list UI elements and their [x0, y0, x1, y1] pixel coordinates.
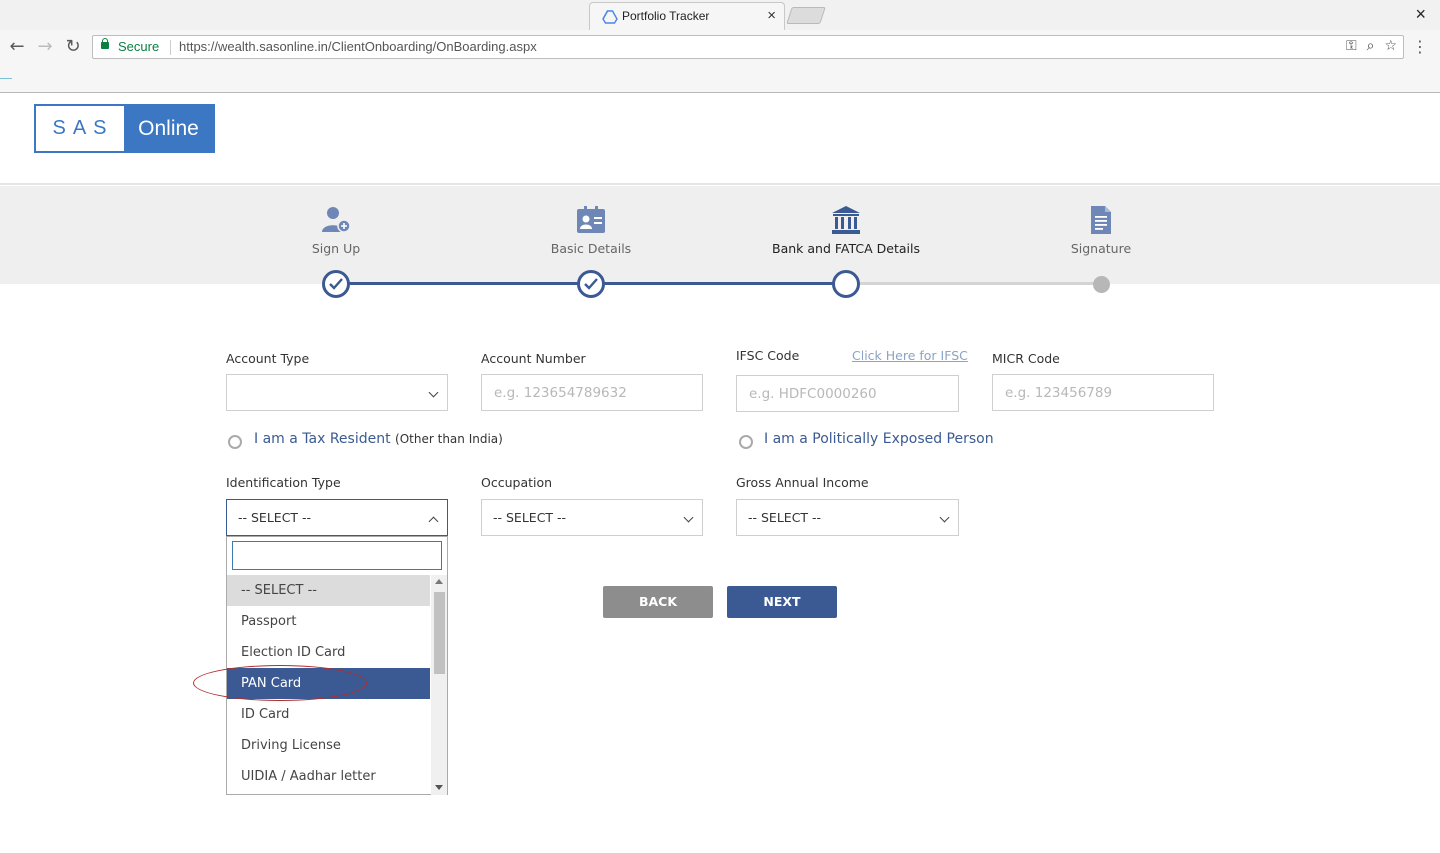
progress-stepper — [0, 186, 1440, 284]
check-icon — [584, 278, 598, 290]
chevron-down-icon — [683, 512, 694, 523]
option-driving-license[interactable]: Driving License — [227, 730, 430, 761]
micr-input[interactable] — [993, 375, 1213, 410]
step-label: Bank and FATCA Details — [772, 241, 920, 256]
account-type-select[interactable] — [226, 374, 448, 411]
step-node-current — [832, 270, 860, 298]
address-bar[interactable]: Secure https://wealth.sasonline.in/Clien… — [92, 35, 1404, 59]
ifsc-label: IFSC Code — [736, 348, 800, 363]
zoom-icon[interactable]: ⌕ — [1367, 38, 1375, 54]
dropdown-search-input[interactable] — [233, 542, 441, 569]
option-election-id-card[interactable]: Election ID Card — [227, 637, 430, 668]
sas-online-logo[interactable]: SAS Online — [34, 104, 215, 153]
ifsc-field — [736, 375, 959, 412]
tax-resident-option[interactable]: I am a Tax Resident (Other than India) — [254, 431, 503, 447]
dropdown-scrollbar[interactable] — [431, 575, 447, 795]
dropdown-options: -- SELECT -- Passport Election ID Card P… — [227, 575, 430, 792]
income-select[interactable]: -- SELECT -- — [736, 499, 959, 536]
user-add-icon — [322, 207, 351, 233]
logo-text-sas: SAS — [36, 106, 124, 151]
new-tab-button[interactable] — [786, 7, 826, 24]
step-node-done — [577, 270, 605, 298]
tax-resident-label: I am a Tax Resident — [254, 431, 391, 447]
key-icon[interactable]: ⚿ — [1346, 38, 1357, 54]
account-number-field — [481, 374, 703, 411]
step-label: Basic Details — [550, 241, 632, 256]
tax-resident-radio[interactable] — [228, 435, 242, 449]
tax-resident-note: (Other than India) — [395, 432, 503, 446]
step-node-pending — [1093, 276, 1110, 293]
pep-radio[interactable] — [739, 435, 753, 449]
browser-tab[interactable]: Portfolio Tracker × — [589, 2, 785, 30]
next-button[interactable]: NEXT — [727, 586, 837, 618]
bookmark-bar — [0, 64, 1440, 93]
document-icon — [1091, 206, 1111, 234]
address-bar-actions: ⚿ ⌕ ☆ — [1336, 38, 1397, 54]
drive-icon — [602, 10, 618, 24]
occupation-label: Occupation — [481, 475, 553, 490]
forward-arrow-icon[interactable]: → — [34, 36, 56, 58]
ifsc-help-link[interactable]: Click Here for IFSC — [852, 348, 968, 363]
step-label: Sign Up — [311, 241, 361, 256]
micr-label: MICR Code — [992, 351, 1060, 366]
lock-icon — [101, 38, 109, 49]
micr-field — [992, 374, 1214, 411]
step-bank-fatca: Bank and FATCA Details — [746, 205, 946, 256]
check-icon — [329, 278, 343, 290]
chevron-down-icon — [939, 512, 950, 523]
browser-tab-bar: Portfolio Tracker × × — [0, 0, 1440, 30]
browser-toolbar: ← → ↻ Secure https://wealth.sasonline.in… — [0, 30, 1440, 64]
option-pan-card[interactable]: PAN Card — [227, 668, 430, 699]
occupation-select[interactable]: -- SELECT -- — [481, 499, 703, 536]
occupation-value: -- SELECT -- — [493, 510, 567, 525]
step-basic-details: Basic Details — [491, 205, 691, 256]
dropdown-search-field — [232, 541, 442, 570]
pep-label[interactable]: I am a Politically Exposed Person — [764, 431, 994, 447]
account-number-input[interactable] — [482, 375, 702, 410]
income-value: -- SELECT -- — [748, 510, 822, 525]
identification-type-value: -- SELECT -- — [238, 510, 312, 525]
chevron-up-icon — [428, 516, 439, 527]
identification-type-select[interactable]: -- SELECT -- — [226, 499, 448, 536]
option-aadhar-letter[interactable]: UIDIA / Aadhar letter — [227, 761, 430, 792]
star-icon[interactable]: ☆ — [1384, 38, 1397, 54]
account-number-label: Account Number — [481, 351, 586, 366]
divider — [0, 78, 12, 79]
back-arrow-icon[interactable]: ← — [6, 36, 28, 58]
divider — [170, 40, 171, 55]
chevron-down-icon — [428, 387, 439, 398]
identification-type-label: Identification Type — [226, 475, 341, 490]
step-node-done — [322, 270, 350, 298]
option-id-card[interactable]: ID Card — [227, 699, 430, 730]
option-passport[interactable]: Passport — [227, 606, 430, 637]
income-label: Gross Annual Income — [736, 475, 869, 490]
id-card-icon — [577, 206, 605, 233]
scroll-up-icon[interactable] — [435, 579, 443, 584]
tab-title: Portfolio Tracker — [622, 9, 710, 23]
url-text[interactable]: https://wealth.sasonline.in/ClientOnboar… — [179, 39, 537, 54]
secure-label: Secure — [118, 39, 160, 54]
option-select[interactable]: -- SELECT -- — [227, 575, 430, 606]
scroll-thumb[interactable] — [434, 592, 445, 674]
reload-icon[interactable]: ↻ — [62, 36, 84, 58]
back-button[interactable]: BACK — [603, 586, 713, 618]
tab-close-icon[interactable]: × — [767, 7, 776, 24]
identification-type-dropdown: -- SELECT -- Passport Election ID Card P… — [226, 536, 448, 795]
step-label: Signature — [1070, 241, 1132, 256]
progress-line-remaining — [846, 282, 1102, 285]
step-signature: Signature — [1001, 205, 1201, 256]
step-sign-up: Sign Up — [236, 205, 436, 256]
bank-icon — [832, 206, 860, 234]
menu-dots-icon[interactable]: ⋮ — [1412, 37, 1428, 56]
window-close-icon[interactable]: × — [1415, 4, 1426, 25]
logo-text-online: Online — [124, 106, 213, 151]
ifsc-input[interactable] — [737, 376, 958, 411]
account-type-label: Account Type — [226, 351, 310, 366]
scroll-down-icon[interactable] — [435, 785, 443, 790]
site-header: SAS Online — [0, 93, 1440, 185]
